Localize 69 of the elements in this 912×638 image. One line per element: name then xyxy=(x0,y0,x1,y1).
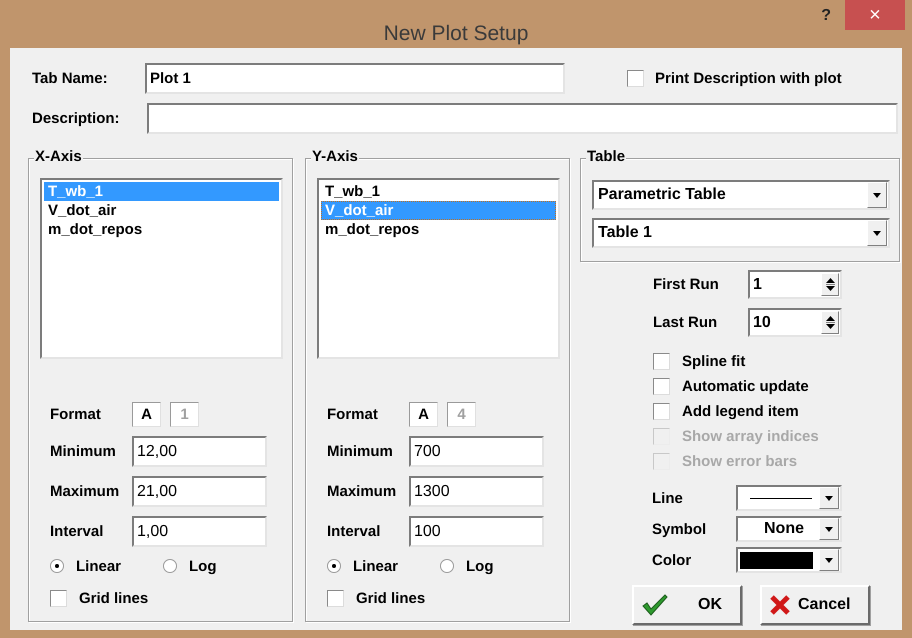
checkbox[interactable] xyxy=(50,590,67,606)
list-item[interactable]: m_dot_repos xyxy=(321,220,556,239)
field-label: Description: xyxy=(31,110,121,127)
cross-icon xyxy=(770,595,790,615)
dropdown[interactable] xyxy=(736,547,842,573)
field-label: Color xyxy=(652,552,692,568)
list-item[interactable]: T_wb_1 xyxy=(321,182,556,201)
radio-label: Log xyxy=(466,558,494,574)
list-item[interactable]: m_dot_repos xyxy=(44,220,279,239)
radio-button[interactable] xyxy=(163,559,178,573)
field-label: Tab Name: xyxy=(31,70,109,87)
variable-list[interactable]: T_wb_1 V_dot_air m_dot_repos xyxy=(317,178,560,359)
checkbox-label: Grid lines xyxy=(79,590,148,606)
close-button[interactable]: × xyxy=(845,0,905,30)
format-button[interactable]: A xyxy=(132,402,161,426)
field-label: Format xyxy=(50,406,102,422)
cancel-button[interactable]: Cancel xyxy=(760,585,870,625)
input-field[interactable]: 12,00 xyxy=(132,436,267,467)
spinner-icon[interactable] xyxy=(821,273,839,296)
field-label: Minimum xyxy=(327,443,394,460)
checkbox[interactable] xyxy=(327,590,344,606)
checkbox-label: Add legend item xyxy=(682,403,799,420)
radio-button[interactable] xyxy=(440,559,454,573)
radio-button[interactable] xyxy=(50,559,64,573)
window-title: New Plot Setup xyxy=(384,21,528,46)
spin-field[interactable]: 1 xyxy=(748,270,842,299)
field-label: First Run xyxy=(653,276,720,293)
list-item[interactable]: V_dot_air xyxy=(44,201,279,220)
dropdown[interactable] xyxy=(736,485,842,511)
dropdown[interactable]: Parametric Table xyxy=(592,180,890,210)
input-field[interactable]: 700 xyxy=(409,436,544,467)
checkbox-label: Grid lines xyxy=(356,590,426,606)
checkbox-label: Print Description with plot xyxy=(655,70,842,87)
checkbox-label: Automatic update xyxy=(682,378,809,395)
input-field[interactable]: 21,00 xyxy=(132,476,267,507)
field-label: Last Run xyxy=(653,314,718,331)
checkbox-label: Show error bars xyxy=(682,453,798,470)
input-field[interactable]: Plot 1 xyxy=(145,63,565,94)
spinner-icon[interactable] xyxy=(821,311,839,334)
radio-label: Linear xyxy=(76,558,122,574)
checkbox[interactable] xyxy=(653,378,670,395)
checkbox-label: Show array indices xyxy=(682,428,819,445)
radio-label: Log xyxy=(189,558,217,574)
checkbox[interactable] xyxy=(653,403,670,420)
checkbox-label: Spline fit xyxy=(682,353,746,370)
radio-button[interactable] xyxy=(327,559,341,573)
input-field[interactable]: 1,00 xyxy=(132,516,267,547)
field-label: Minimum xyxy=(50,443,117,460)
checkbox[interactable] xyxy=(627,70,644,87)
checkmark-icon xyxy=(642,594,668,616)
field-label: Interval xyxy=(50,523,104,540)
radio-label: Linear xyxy=(353,558,398,574)
input-field[interactable] xyxy=(147,103,898,134)
ok-button[interactable]: OK xyxy=(632,585,742,625)
field-label: Maximum xyxy=(50,483,120,500)
field-label: Symbol xyxy=(652,520,708,538)
checkbox[interactable] xyxy=(653,353,670,370)
dropdown[interactable]: Table 1 xyxy=(592,218,890,248)
variable-list[interactable]: T_wb_1 V_dot_air m_dot_repos xyxy=(40,178,283,359)
help-button[interactable]: ? xyxy=(821,5,831,25)
spin-field[interactable]: 10 xyxy=(748,308,842,337)
field-label: Line xyxy=(652,490,684,506)
input-field[interactable]: 100 xyxy=(409,516,544,547)
dropdown[interactable]: None xyxy=(736,516,842,542)
field-label: Format xyxy=(327,406,379,422)
field-label: Maximum xyxy=(327,483,398,500)
format-button[interactable]: A xyxy=(409,402,438,426)
input-field[interactable]: 1300 xyxy=(409,476,544,507)
field-label: Interval xyxy=(327,523,382,540)
